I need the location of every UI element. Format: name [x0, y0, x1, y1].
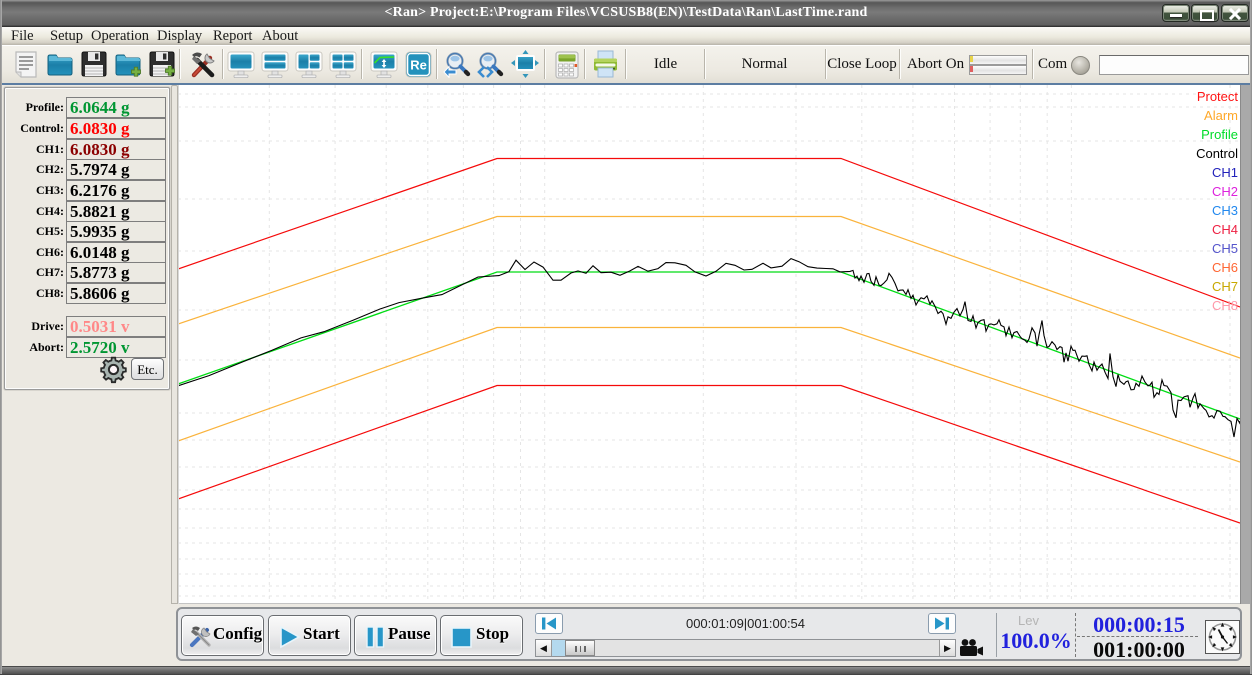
svg-text:CH5: CH5 [1212, 241, 1238, 256]
svg-text:Protect: Protect [1197, 89, 1239, 104]
svg-text:CH6: CH6 [1212, 260, 1238, 275]
svg-text:CH3: CH3 [1212, 203, 1238, 218]
svg-text:Control: Control [1196, 146, 1238, 161]
svg-text:CH1: CH1 [1212, 165, 1238, 180]
svg-text:CH7: CH7 [1212, 279, 1238, 294]
svg-text:Profile: Profile [1201, 127, 1238, 142]
svg-text:CH2: CH2 [1212, 184, 1238, 199]
svg-text:Alarm: Alarm [1204, 108, 1238, 123]
svg-text:Re: Re [410, 58, 427, 73]
svg-text:CH4: CH4 [1212, 222, 1238, 237]
svg-text:CH8: CH8 [1212, 298, 1238, 313]
